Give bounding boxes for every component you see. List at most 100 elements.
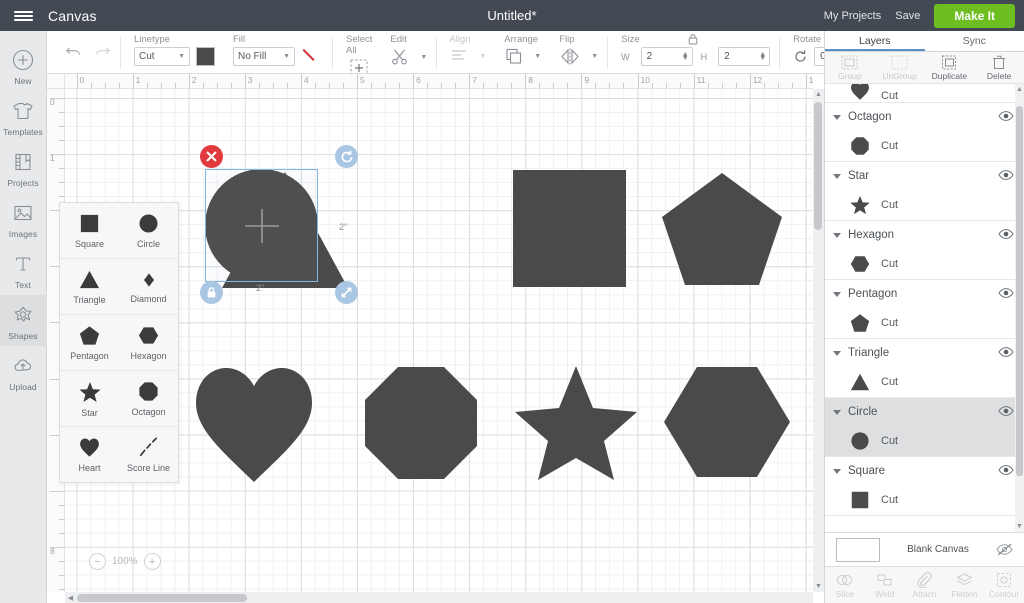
vertical-scroll-thumb[interactable] <box>814 102 822 230</box>
rotate-icon[interactable] <box>793 49 808 64</box>
shape-option-square[interactable]: Square <box>60 203 119 258</box>
chevron-down-icon[interactable] <box>833 115 841 120</box>
layer-visibility-toggle[interactable] <box>998 405 1014 420</box>
layer-sublayer[interactable]: Cut <box>825 190 1024 220</box>
stepper-icon[interactable]: ▲▼ <box>759 53 767 61</box>
chevron-down-icon[interactable]: ▼ <box>591 53 598 60</box>
eye-icon[interactable] <box>998 228 1014 240</box>
canvas-shape-heart[interactable] <box>194 365 314 483</box>
eye-icon[interactable] <box>998 405 1014 417</box>
shapes-flyout-panel[interactable]: SquareCircleTriangleDiamondPentagonHexag… <box>59 202 179 483</box>
layer-group[interactable]: CircleCut <box>825 398 1024 457</box>
arrange-layers-icon[interactable] <box>504 47 524 66</box>
sidebar-item-new[interactable]: New <box>0 40 47 91</box>
eye-slash-icon[interactable] <box>996 543 1013 556</box>
lock-handle-icon[interactable] <box>200 281 223 304</box>
group-button[interactable]: Group <box>826 55 874 81</box>
scroll-down-arrow-icon[interactable]: ▼ <box>813 581 824 592</box>
canvas-shape-hexagon[interactable] <box>663 366 791 478</box>
layer-group[interactable]: TriangleCut <box>825 339 1024 398</box>
sidebar-item-templates[interactable]: Templates <box>0 91 47 142</box>
layer-group[interactable]: PentagonCut <box>825 280 1024 339</box>
duplicate-button[interactable]: Duplicate <box>925 55 973 81</box>
contour-button[interactable]: Contour <box>985 572 1023 599</box>
chevron-down-icon[interactable] <box>833 174 841 179</box>
layers-list[interactable]: CutOctagonCutStarCutHexagonCutPentagonCu… <box>825 84 1024 532</box>
layer-visibility-toggle[interactable] <box>998 169 1014 184</box>
layer-header[interactable]: Octagon <box>825 103 1024 131</box>
shape-option-star[interactable]: Star <box>60 371 119 426</box>
scroll-up-arrow-icon[interactable]: ▲ <box>813 89 824 100</box>
scroll-up-arrow-icon[interactable]: ▲ <box>1015 84 1024 95</box>
chevron-down-icon[interactable] <box>833 469 841 474</box>
undo-arrow-icon[interactable] <box>65 45 82 58</box>
edit-scissors-icon[interactable] <box>390 47 410 67</box>
layer-visibility-toggle[interactable] <box>998 228 1014 243</box>
delete-x-icon[interactable] <box>200 145 223 168</box>
layer-group[interactable]: OctagonCut <box>825 103 1024 162</box>
layer-header[interactable]: Star <box>825 162 1024 190</box>
layer-sublayer[interactable]: Cut <box>825 426 1024 456</box>
layer-visibility-toggle[interactable] <box>998 287 1014 302</box>
layer-group[interactable]: StarCut <box>825 162 1024 221</box>
layer-header[interactable]: Pentagon <box>825 280 1024 308</box>
hamburger-menu-icon[interactable] <box>0 0 46 31</box>
sidebar-item-text[interactable]: Text <box>0 244 47 295</box>
weld-button[interactable]: Weld <box>866 572 904 599</box>
canvas-shape-square[interactable] <box>513 170 626 287</box>
eye-icon[interactable] <box>998 287 1014 299</box>
layer-sublayer[interactable]: Cut <box>825 84 1024 102</box>
tab-sync[interactable]: Sync <box>925 31 1024 51</box>
layer-visibility-toggle[interactable] <box>998 346 1014 361</box>
plus-circle-icon[interactable]: + <box>144 553 161 570</box>
linetype-color-swatch[interactable] <box>196 47 215 66</box>
eye-icon[interactable] <box>998 464 1014 476</box>
size-height-input[interactable]: 2 ▲▼ <box>718 47 770 66</box>
make-it-button[interactable]: Make It <box>934 4 1015 28</box>
canvas-horizontal-scrollbar[interactable]: ◀ <box>65 592 813 603</box>
chevron-down-icon[interactable] <box>833 233 841 238</box>
shape-option-score-line[interactable]: Score Line <box>119 427 178 482</box>
stepper-icon[interactable]: ▲▼ <box>682 53 690 61</box>
ungroup-button[interactable]: UnGroup <box>876 55 924 81</box>
blank-canvas-row[interactable]: Blank Canvas <box>825 532 1024 567</box>
sidebar-item-projects[interactable]: Projects <box>0 142 47 193</box>
chevron-down-icon[interactable] <box>833 410 841 415</box>
shape-option-hexagon[interactable]: Hexagon <box>119 315 178 370</box>
layer-header[interactable]: Triangle <box>825 339 1024 367</box>
canvas-shape-octagon[interactable] <box>364 366 478 480</box>
layer-sublayer[interactable]: Cut <box>825 131 1024 161</box>
sidebar-item-upload[interactable]: Upload <box>0 346 47 397</box>
layer-sublayer[interactable]: Cut <box>825 367 1024 397</box>
rotate-handle-icon[interactable] <box>335 145 358 168</box>
tab-layers[interactable]: Layers <box>825 31 925 51</box>
shape-option-triangle[interactable]: Triangle <box>60 259 119 314</box>
attach-button[interactable]: Attach <box>905 572 943 599</box>
eye-icon[interactable] <box>998 169 1014 181</box>
shape-option-heart[interactable]: Heart <box>60 427 119 482</box>
layer-sublayer[interactable]: Cut <box>825 249 1024 279</box>
layer-header[interactable]: Circle <box>825 398 1024 426</box>
chevron-down-icon[interactable]: ▼ <box>420 54 427 61</box>
canvas-shape-star[interactable] <box>515 364 637 480</box>
lock-aspect-icon[interactable] <box>686 32 700 46</box>
size-width-input[interactable]: 2 ▲▼ <box>641 47 693 66</box>
horizontal-scroll-thumb[interactable] <box>77 594 247 602</box>
slice-button[interactable]: Slice <box>826 572 864 599</box>
layer-sublayer[interactable]: Cut <box>825 308 1024 338</box>
resize-handle-icon[interactable] <box>335 281 358 304</box>
chevron-down-icon[interactable]: ▼ <box>534 53 541 60</box>
shape-option-circle[interactable]: Circle <box>119 203 178 258</box>
layer-group[interactable]: Cut <box>825 84 1024 103</box>
my-projects-link[interactable]: My Projects <box>824 10 881 22</box>
layers-scroll-thumb[interactable] <box>1016 106 1023 476</box>
layer-header[interactable]: Square <box>825 457 1024 485</box>
scroll-left-arrow-icon[interactable]: ◀ <box>65 594 76 602</box>
scroll-down-arrow-icon[interactable]: ▼ <box>1015 521 1024 532</box>
canvas-vertical-scrollbar[interactable]: ▲ ▼ <box>813 89 824 592</box>
shape-option-octagon[interactable]: Octagon <box>119 371 178 426</box>
chevron-down-icon[interactable] <box>833 351 841 356</box>
flip-icon[interactable] <box>559 47 581 66</box>
redo-arrow-icon[interactable] <box>94 45 111 58</box>
delete-button[interactable]: Delete <box>975 55 1023 81</box>
